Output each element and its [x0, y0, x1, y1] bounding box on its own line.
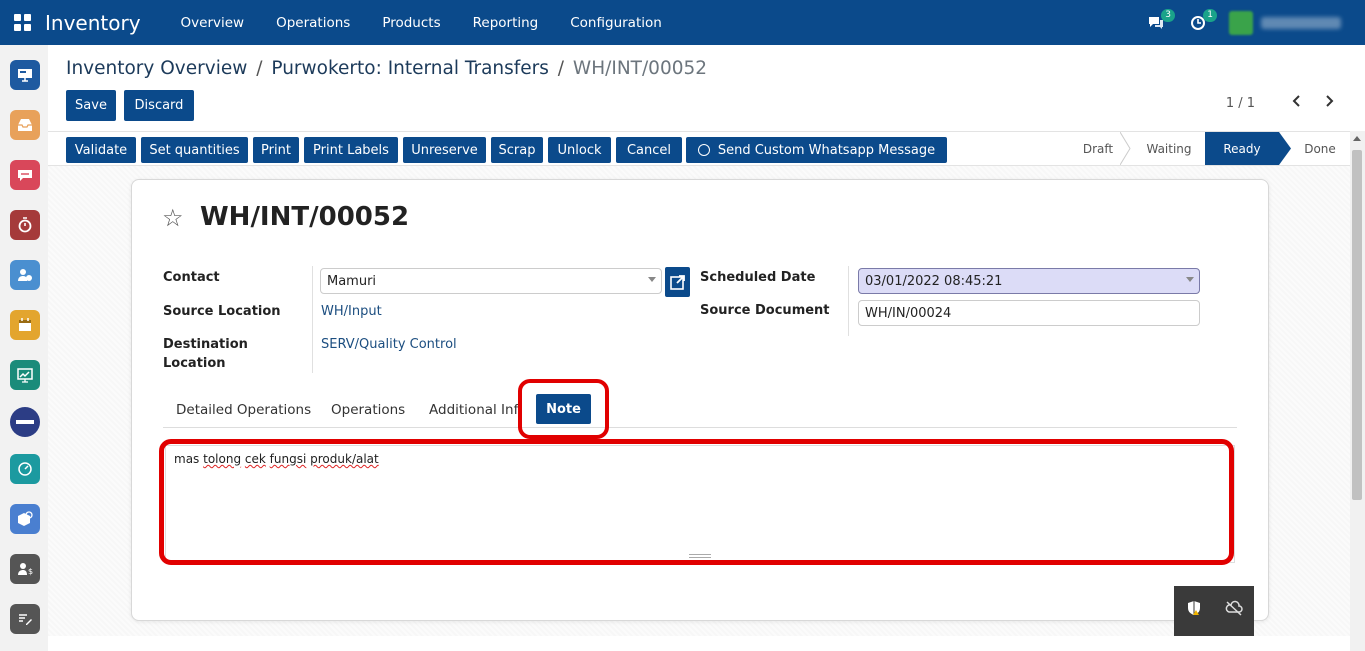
- messages-button[interactable]: 3: [1145, 8, 1175, 34]
- user-avatar[interactable]: [1229, 10, 1253, 35]
- highlight-annotation: [159, 439, 1234, 565]
- stage-arrow: [1279, 132, 1291, 165]
- contact-label: Contact: [163, 270, 220, 285]
- edit-icon[interactable]: [10, 604, 40, 634]
- menu-operations[interactable]: Operations: [276, 15, 350, 31]
- scheduled-date-label: Scheduled Date: [700, 270, 816, 285]
- contact-value: Mamuri: [327, 273, 377, 289]
- breadcrumb-separator: /: [256, 58, 263, 79]
- chart-board-icon[interactable]: [10, 360, 40, 390]
- user-dollar-icon[interactable]: $: [10, 554, 40, 584]
- field-divider: [848, 266, 849, 336]
- scroll-up-arrow-icon[interactable]: [1353, 136, 1361, 141]
- highlight-annotation: [518, 379, 609, 439]
- breadcrumb-separator: /: [557, 58, 565, 79]
- tab-divider: [163, 427, 1237, 428]
- breadcrumb-internal-transfers[interactable]: Purwokerto: Internal Transfers: [271, 58, 549, 79]
- user-clock-icon[interactable]: [10, 260, 40, 290]
- contact-field[interactable]: Mamuri: [320, 268, 662, 294]
- stage-ready: Ready: [1205, 132, 1279, 165]
- menu-reporting[interactable]: Reporting: [473, 15, 539, 31]
- apps-menu-icon[interactable]: [14, 13, 32, 32]
- warranty-badge-icon[interactable]: [10, 407, 40, 437]
- star-icon[interactable]: ☆: [162, 204, 184, 232]
- caret-down-icon: [648, 277, 656, 282]
- validate-button[interactable]: Validate: [66, 137, 136, 163]
- menu-overview[interactable]: Overview: [181, 15, 245, 31]
- dashboard-icon[interactable]: [10, 454, 40, 484]
- destination-location-label-line2: Location: [163, 356, 226, 371]
- unreserve-button[interactable]: Unreserve: [403, 137, 486, 163]
- presentation-icon[interactable]: [10, 60, 40, 90]
- activities-button[interactable]: 1: [1187, 8, 1217, 34]
- chevron-left-icon[interactable]: [1289, 93, 1305, 115]
- inbox-icon[interactable]: [10, 110, 40, 140]
- source-location-label: Source Location: [163, 304, 281, 319]
- print-button[interactable]: Print: [253, 137, 299, 163]
- source-document-value: WH/IN/00024: [865, 305, 952, 321]
- save-button[interactable]: Save: [66, 90, 116, 121]
- svg-text:$: $: [28, 567, 33, 576]
- source-document-label: Source Document: [700, 303, 830, 318]
- stage-done[interactable]: Done: [1291, 132, 1349, 165]
- box-search-icon[interactable]: [10, 504, 40, 534]
- stage-draft[interactable]: Draft: [1070, 132, 1126, 165]
- caret-down-icon: [1186, 277, 1194, 282]
- top-navbar: Inventory Overview Operations Products R…: [0, 0, 1365, 45]
- tab-detailed-operations[interactable]: Detailed Operations: [176, 402, 311, 418]
- breadcrumb-inventory-overview[interactable]: Inventory Overview: [66, 58, 247, 79]
- shield-warning-icon[interactable]: [1174, 586, 1214, 630]
- whatsapp-icon: [697, 144, 710, 156]
- scrap-button[interactable]: Scrap: [491, 137, 543, 163]
- discard-button[interactable]: Discard: [124, 90, 194, 121]
- send-whatsapp-label: Send Custom Whatsapp Message: [717, 142, 936, 158]
- statusbar: Validate Set quantities Print Print Labe…: [48, 131, 1365, 166]
- stopwatch-icon[interactable]: [10, 210, 40, 240]
- field-divider: [312, 266, 313, 373]
- stage-separator: [1120, 132, 1131, 165]
- user-name-blurred[interactable]: [1261, 16, 1341, 29]
- breadcrumb-current: WH/INT/00052: [572, 58, 708, 79]
- source-location-value[interactable]: WH/Input: [321, 304, 382, 319]
- app-sidebar: $: [0, 45, 48, 651]
- record-title: WH/INT/00052: [200, 202, 410, 232]
- tab-additional-info[interactable]: Additional Info: [429, 402, 520, 418]
- menu-products[interactable]: Products: [382, 15, 440, 31]
- floating-tray: [1174, 586, 1254, 636]
- source-document-field[interactable]: WH/IN/00024: [858, 300, 1200, 326]
- menu-configuration[interactable]: Configuration: [570, 15, 662, 31]
- send-whatsapp-button[interactable]: Send Custom Whatsapp Message: [686, 137, 947, 163]
- app-title[interactable]: Inventory: [45, 11, 141, 35]
- messages-count-badge: 3: [1161, 8, 1175, 22]
- cloud-off-icon[interactable]: [1214, 586, 1254, 630]
- chevron-right-icon[interactable]: [1321, 93, 1337, 115]
- external-link-icon[interactable]: [665, 267, 690, 297]
- calendar-icon[interactable]: [10, 310, 40, 340]
- destination-location-value[interactable]: SERV/Quality Control: [321, 337, 457, 352]
- tab-operations[interactable]: Operations: [331, 402, 405, 418]
- scheduled-date-field[interactable]: 03/01/2022 08:45:21: [858, 268, 1200, 294]
- unlock-button[interactable]: Unlock: [548, 137, 611, 163]
- activities-count-badge: 1: [1203, 8, 1217, 22]
- set-quantities-button[interactable]: Set quantities: [141, 137, 248, 163]
- stage-waiting[interactable]: Waiting: [1132, 132, 1206, 165]
- print-labels-button[interactable]: Print Labels: [304, 137, 398, 163]
- cancel-button[interactable]: Cancel: [616, 137, 682, 163]
- scrollbar-thumb[interactable]: [1352, 150, 1362, 500]
- pager-value[interactable]: 1 / 1: [1226, 96, 1255, 111]
- breadcrumb: Inventory Overview / Purwokerto: Interna…: [66, 58, 707, 79]
- chat-icon[interactable]: [10, 160, 40, 190]
- scheduled-date-value: 03/01/2022 08:45:21: [865, 273, 1003, 289]
- destination-location-label-line1: Destination: [163, 337, 248, 352]
